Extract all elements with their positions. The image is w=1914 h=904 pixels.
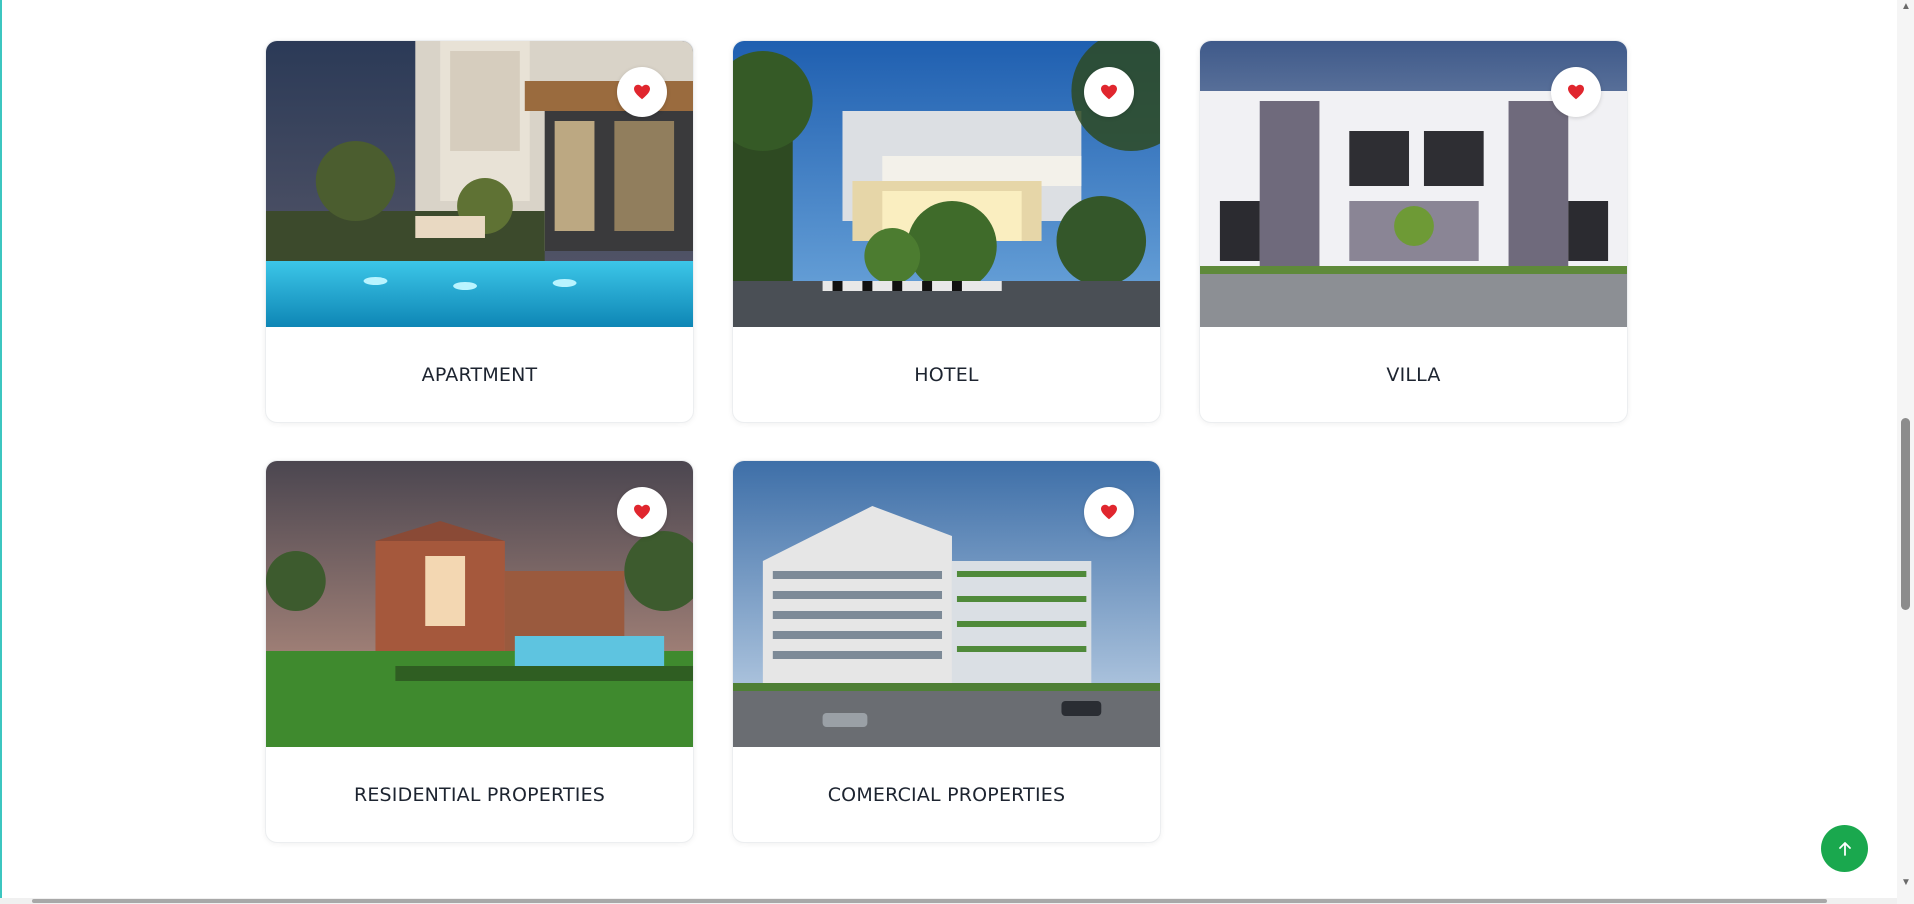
favorite-button[interactable] bbox=[1084, 487, 1134, 537]
horizontal-scrollbar[interactable] bbox=[0, 898, 1897, 904]
property-card-hotel[interactable]: HOTEL bbox=[732, 40, 1161, 423]
heart-icon bbox=[1568, 84, 1584, 100]
card-title[interactable]: APARTMENT bbox=[266, 327, 693, 422]
favorite-button[interactable] bbox=[617, 487, 667, 537]
property-card-residential[interactable]: RESIDENTIAL PROPERTIES bbox=[265, 460, 694, 843]
vertical-scrollbar[interactable]: ▲ ▼ bbox=[1897, 0, 1914, 904]
scroll-up-arrow-icon[interactable]: ▲ bbox=[1901, 2, 1911, 12]
property-card-villa[interactable]: VILLA bbox=[1199, 40, 1628, 423]
heart-icon bbox=[634, 84, 650, 100]
card-title[interactable]: RESIDENTIAL PROPERTIES bbox=[266, 747, 693, 842]
card-title[interactable]: COMERCIAL PROPERTIES bbox=[733, 747, 1160, 842]
favorite-button[interactable] bbox=[617, 67, 667, 117]
property-card-apartment[interactable]: APARTMENT bbox=[265, 40, 694, 423]
favorite-button[interactable] bbox=[1084, 67, 1134, 117]
property-card-commercial[interactable]: COMERCIAL PROPERTIES bbox=[732, 460, 1161, 843]
card-title[interactable]: HOTEL bbox=[733, 327, 1160, 422]
scroll-down-arrow-icon[interactable]: ▼ bbox=[1901, 878, 1911, 888]
favorite-button[interactable] bbox=[1551, 67, 1601, 117]
vertical-scrollbar-thumb[interactable] bbox=[1901, 418, 1910, 610]
heart-icon bbox=[1101, 84, 1117, 100]
heart-icon bbox=[1101, 504, 1117, 520]
horizontal-scrollbar-thumb[interactable] bbox=[32, 899, 1827, 903]
arrow-up-icon bbox=[1838, 841, 1851, 856]
scroll-top-button[interactable] bbox=[1821, 825, 1868, 872]
heart-icon bbox=[634, 504, 650, 520]
card-title[interactable]: VILLA bbox=[1200, 327, 1627, 422]
